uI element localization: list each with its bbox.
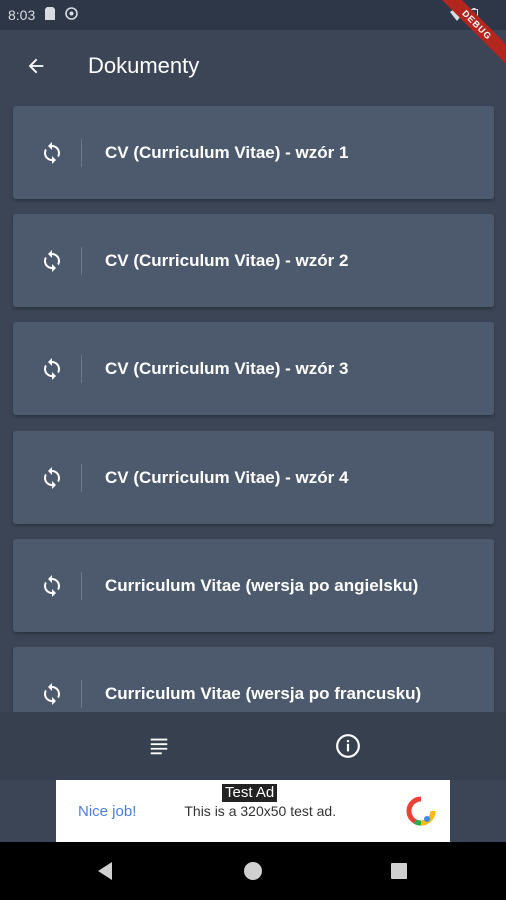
circle-home-icon <box>244 862 262 880</box>
sim-card-icon <box>45 7 56 23</box>
document-label: Curriculum Vitae (wersja po francusku) <box>105 683 422 703</box>
document-label: CV (Curriculum Vitae) - wzór 3 <box>105 358 349 378</box>
document-item[interactable]: Curriculum Vitae (wersja po angielsku) <box>13 539 494 632</box>
arrow-back-icon <box>28 58 44 74</box>
ad-logo-icon <box>406 796 436 826</box>
document-item[interactable]: CV (Curriculum Vitae) - wzór 2 <box>13 214 494 307</box>
sync-icon <box>39 248 65 274</box>
sync-icon <box>39 140 65 166</box>
document-label: Curriculum Vitae (wersja po angielsku) <box>105 575 419 595</box>
debug-banner: DEBUG <box>426 0 506 80</box>
list-icon <box>150 738 168 755</box>
do-not-disturb-icon <box>65 7 79 23</box>
page-title: Dokumenty <box>88 53 200 78</box>
recents-system-button[interactable] <box>388 860 410 882</box>
sync-icon <box>39 573 65 599</box>
list-button[interactable] <box>145 732 173 760</box>
divider <box>81 138 82 167</box>
back-system-button[interactable] <box>94 860 116 882</box>
divider <box>81 679 82 708</box>
info-icon <box>336 734 360 758</box>
divider <box>81 246 82 275</box>
sync-icon <box>39 681 65 707</box>
ad-headline: Nice job! <box>78 802 137 820</box>
divider <box>81 463 82 492</box>
status-time: 8:03 <box>8 7 36 23</box>
ad-area: Test Ad Nice job! This is a 320x50 test … <box>0 780 506 842</box>
document-label: CV (Curriculum Vitae) - wzór 2 <box>105 250 349 270</box>
home-system-button[interactable] <box>242 860 264 882</box>
sync-icon <box>39 465 65 491</box>
bottom-navigation <box>0 712 506 780</box>
system-navigation-bar <box>0 842 506 900</box>
divider <box>81 354 82 383</box>
debug-banner-label: DEBUG <box>433 0 506 69</box>
document-item[interactable]: CV (Curriculum Vitae) - wzór 4 <box>13 431 494 524</box>
back-button[interactable] <box>22 52 50 80</box>
ad-text: This is a 320x50 test ad. <box>184 803 337 819</box>
triangle-back-icon <box>98 862 112 880</box>
document-item[interactable]: CV (Curriculum Vitae) - wzór 1 <box>13 106 494 199</box>
info-button[interactable] <box>334 732 362 760</box>
document-label: CV (Curriculum Vitae) - wzór 4 <box>105 467 349 487</box>
sync-icon <box>39 356 65 382</box>
document-item[interactable]: Curriculum Vitae (wersja po francusku) <box>13 647 494 712</box>
document-list[interactable]: CV (Curriculum Vitae) - wzór 1 CV (Curri… <box>0 102 506 712</box>
ad-tag: Test Ad <box>222 784 278 802</box>
square-recents-icon <box>391 863 407 879</box>
document-item[interactable]: CV (Curriculum Vitae) - wzór 3 <box>13 322 494 415</box>
divider <box>81 571 82 600</box>
document-label: CV (Curriculum Vitae) - wzór 1 <box>105 142 349 162</box>
